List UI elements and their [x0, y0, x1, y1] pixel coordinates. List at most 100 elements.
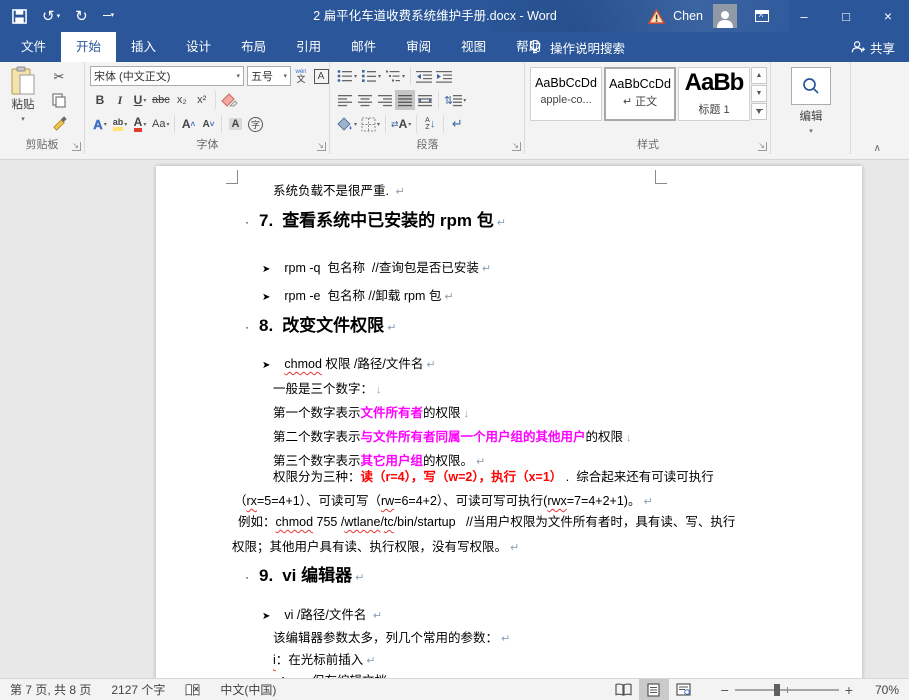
undo-button[interactable]: ↺ ▾	[42, 9, 60, 24]
customize-qat-button[interactable]: ▾	[103, 14, 115, 18]
text-effects-button[interactable]: A ▾	[90, 114, 110, 134]
multilevel-list-button[interactable]: ▾	[383, 66, 407, 86]
grow-font-button[interactable]: A˄	[178, 114, 198, 134]
line-spacing-button[interactable]: ⇅ ▾	[442, 90, 468, 110]
borders-button[interactable]: ▾	[359, 114, 382, 134]
print-layout-button[interactable]	[639, 679, 669, 700]
collapse-ribbon-button[interactable]: ∧	[874, 143, 881, 154]
zoom-slider[interactable]	[735, 689, 839, 691]
underline-dropdown-icon[interactable]: ▾	[143, 97, 146, 104]
tab-视图[interactable]: 视图	[446, 32, 501, 62]
style-scroll-down-button[interactable]: ▼	[751, 85, 767, 102]
doc-text: 第三个数字表示	[273, 454, 361, 468]
zoom-percentage[interactable]: 70%	[859, 683, 899, 697]
asian-layout-button[interactable]: ⇄ A ▾	[389, 114, 413, 134]
tell-me-search[interactable]: 操作说明搜索	[528, 32, 625, 62]
enclose-characters-button[interactable]: A	[311, 66, 331, 86]
document-page[interactable]: 系统负载不是很严重. ↵·7.查看系统中已安装的 rpm 包↵➤rpm -q 包…	[156, 166, 862, 678]
font-name-combo[interactable]: 宋体 (中文正文) ▾	[90, 66, 244, 86]
change-case-button[interactable]: Aa ▾	[150, 114, 171, 134]
style-scroll-up-button[interactable]: ▲	[751, 67, 767, 84]
distribute-button[interactable]	[415, 90, 435, 110]
superscript-button[interactable]: x²	[192, 90, 212, 110]
italic-button[interactable]: I	[110, 90, 130, 110]
web-layout-button[interactable]	[669, 679, 699, 700]
paste-button[interactable]: 粘贴 ▾	[3, 66, 43, 138]
style-card[interactable]: AaBbCcDdapple-co...	[530, 67, 602, 121]
character-shading-button[interactable]: A	[225, 114, 245, 134]
styles-dialog-launcher[interactable]: ↘	[758, 142, 767, 151]
warning-icon[interactable]	[648, 9, 665, 24]
ribbon-display-options-button[interactable]	[755, 10, 769, 22]
close-button[interactable]: ×	[867, 0, 909, 32]
proofing-status[interactable]	[185, 683, 200, 697]
numbering-button[interactable]: ▾	[359, 66, 383, 86]
style-gallery-more-button[interactable]: ▼	[751, 103, 767, 120]
tab-开始[interactable]: 开始	[61, 32, 116, 62]
copy-button[interactable]	[48, 90, 70, 110]
undo-dropdown-icon[interactable]: ▾	[57, 12, 61, 20]
tab-插入[interactable]: 插入	[116, 32, 171, 62]
decrease-indent-button[interactable]	[414, 66, 434, 86]
word-count[interactable]: 2127 个字	[111, 681, 165, 698]
tab-布局[interactable]: 布局	[226, 32, 281, 62]
cut-button[interactable]: ✂	[48, 67, 70, 87]
show-marks-button[interactable]: ↵	[447, 114, 467, 134]
tab-引用[interactable]: 引用	[281, 32, 336, 62]
tab-审阅[interactable]: 审阅	[391, 32, 446, 62]
clear-formatting-button[interactable]	[219, 90, 240, 110]
enclose-character-button[interactable]: 字	[245, 114, 265, 134]
shading-button[interactable]: ▾	[335, 114, 359, 134]
align-left-button[interactable]	[335, 90, 355, 110]
paragraph-dialog-launcher[interactable]: ↘	[512, 142, 521, 151]
shrink-font-button[interactable]: A˅	[198, 114, 218, 134]
style-card[interactable]: AaBbCcDd↵ 正文	[604, 67, 676, 121]
doc-text: wtlane	[344, 515, 380, 529]
doc-text: tc	[384, 515, 394, 529]
style-card[interactable]: AaBb标题 1	[678, 67, 750, 121]
bold-button[interactable]: B	[90, 90, 110, 110]
font-name-dropdown-icon[interactable]: ▾	[236, 72, 240, 80]
tab-文件[interactable]: 文件	[6, 32, 61, 62]
font-size-dropdown-icon[interactable]: ▾	[283, 72, 287, 80]
justify-button[interactable]	[395, 90, 415, 110]
editing-button[interactable]: 编辑 ▾	[789, 67, 833, 136]
share-button[interactable]: 共享	[851, 32, 895, 62]
read-mode-button[interactable]	[609, 679, 639, 700]
tab-邮件[interactable]: 邮件	[336, 32, 391, 62]
doc-line: 例如：chmod 755 /wtlane/tc/bin/startup //当用…	[238, 514, 735, 530]
language-indicator[interactable]: 中文(中国)	[220, 681, 276, 698]
align-center-button[interactable]	[355, 90, 375, 110]
doc-text: 该编辑器参数太多，列几个常用的参数：	[273, 631, 498, 645]
account-name[interactable]: Chen	[673, 9, 703, 23]
font-dialog-launcher[interactable]: ↘	[317, 142, 326, 151]
doc-text: =6=4+2）、可读可写可执行(	[394, 494, 547, 508]
doc-text: 一般是三个数字：	[273, 382, 373, 396]
zoom-slider-handle[interactable]	[774, 684, 780, 696]
font-size-combo[interactable]: 五号 ▾	[247, 66, 291, 86]
maximize-button[interactable]: □	[825, 0, 867, 32]
sort-button[interactable]: A Z ↓	[420, 114, 440, 134]
save-button[interactable]	[12, 9, 27, 24]
align-right-button[interactable]	[375, 90, 395, 110]
avatar[interactable]	[713, 4, 737, 28]
clipboard-dialog-launcher[interactable]: ↘	[72, 142, 81, 151]
highlight-icon: ab	[113, 118, 124, 131]
zoom-in-button[interactable]: +	[839, 682, 859, 698]
doc-text: 第二个数字表示	[273, 430, 361, 444]
document-area[interactable]: 系统负载不是很严重. ↵·7.查看系统中已安装的 rpm 包↵➤rpm -q 包…	[0, 160, 909, 678]
strikethrough-button[interactable]: abc	[150, 90, 172, 110]
phonetic-guide-button[interactable]: wén 文	[291, 66, 311, 86]
font-color-button[interactable]: A ▾	[130, 114, 150, 134]
zoom-out-button[interactable]: −	[715, 682, 735, 698]
format-painter-button[interactable]	[48, 113, 70, 133]
minimize-button[interactable]: –	[783, 0, 825, 32]
subscript-button[interactable]: x₂	[172, 90, 192, 110]
tab-设计[interactable]: 设计	[171, 32, 226, 62]
bullets-button[interactable]: ▾	[335, 66, 359, 86]
highlight-button[interactable]: ab ▾	[110, 114, 130, 134]
underline-button[interactable]: U ▾	[130, 90, 150, 110]
page-indicator[interactable]: 第 7 页, 共 8 页	[10, 681, 91, 698]
redo-button[interactable]: ↻	[75, 9, 88, 24]
increase-indent-button[interactable]	[434, 66, 454, 86]
